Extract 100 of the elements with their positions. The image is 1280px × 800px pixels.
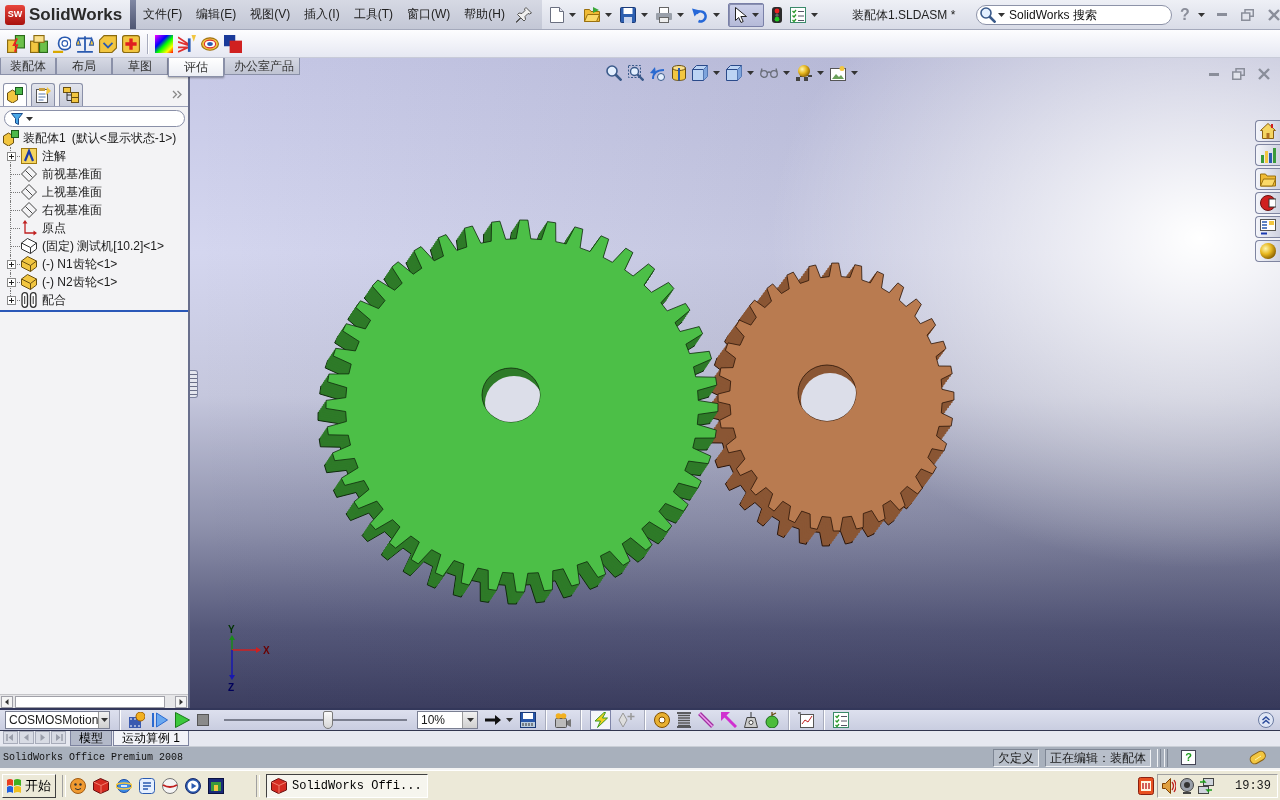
study-type-dropdown[interactable]: COSMOSMotion [5,711,110,729]
panel-tab[interactable] [3,83,27,106]
film-gear-icon[interactable] [129,712,145,728]
undo-icon[interactable] [692,6,708,23]
network-icon[interactable] [1198,777,1214,794]
tree-item[interactable]: 原点 [42,219,66,237]
command-tab[interactable]: 草图 [112,58,168,75]
play-icon[interactable] [175,712,190,728]
save-icon[interactable] [520,712,536,728]
spring-icon[interactable] [677,712,691,728]
menu-item[interactable]: 编辑(E) [189,0,244,29]
expand-icon[interactable] [6,259,16,269]
blocks-icon[interactable] [30,34,48,53]
dropdown-button[interactable] [98,712,109,728]
picture-icon[interactable] [830,65,846,81]
block-arrow-icon[interactable] [99,34,117,53]
balance-scale-icon[interactable] [76,34,94,53]
blocks-lightning-icon[interactable] [7,34,25,53]
panel-tab[interactable] [59,83,83,106]
window-icon[interactable] [208,777,224,794]
overlapping-squares-icon[interactable] [224,34,242,53]
command-tab[interactable]: 办公室产品 [224,58,300,75]
pointer-icon[interactable] [735,6,747,23]
caret-icon[interactable] [783,71,790,75]
document-icon[interactable] [550,6,564,23]
magnifier-icon[interactable] [606,65,622,81]
checklist-icon[interactable] [790,6,806,23]
cube-icon[interactable] [692,65,708,81]
play-circle-icon[interactable] [185,777,201,794]
tree-item[interactable]: (-) N1齿轮<1> [42,255,118,273]
tree-item[interactable]: 右视基准面 [42,201,102,219]
camera-icon[interactable] [555,712,571,728]
chart-icon[interactable] [798,712,814,728]
caret-icon[interactable] [1197,12,1205,17]
caret-icon[interactable] [817,71,824,75]
caret-icon[interactable] [506,718,513,722]
minimize-icon[interactable] [1216,13,1227,16]
page-icon[interactable] [139,777,155,794]
ball-icon[interactable] [162,777,178,794]
caret-icon[interactable] [26,116,33,121]
autokey-button[interactable] [590,710,611,730]
webcam-icon[interactable] [1179,777,1195,794]
menu-item[interactable]: 工具(T) [346,0,400,29]
restore-icon[interactable] [1240,8,1254,21]
filter-field[interactable] [4,110,185,127]
pin-icon[interactable] [516,6,532,23]
folder-icon[interactable] [584,7,600,22]
scroll-left-icon[interactable] [1,695,13,708]
tree-item[interactable]: 上视基准面 [42,183,102,201]
sphere-icon[interactable] [796,65,812,81]
rod-icon[interactable] [698,712,714,728]
menu-item[interactable]: 帮助(H) [457,0,512,29]
caret-icon[interactable] [851,71,858,75]
play-from-start-icon[interactable] [152,712,168,728]
slider-thumb[interactable] [322,711,333,729]
command-tab[interactable]: 布局 [56,58,112,75]
command-tab[interactable]: 评估 [168,58,224,77]
search-icon[interactable] [980,6,996,23]
back-arrow-icon[interactable] [650,65,666,81]
apple-icon[interactable] [765,712,779,728]
close-icon[interactable] [1267,8,1280,21]
motion-tab[interactable]: 运动算例 1 [113,731,189,746]
caret-icon[interactable] [713,71,720,75]
task-pane-tab[interactable] [1255,216,1280,238]
caret-icon[interactable] [641,12,648,17]
double-chevron-icon[interactable] [172,90,182,99]
start-button[interactable]: 开始 [2,773,56,798]
tree-item[interactable]: 前视基准面 [42,165,102,183]
tile-icon[interactable] [1138,776,1154,795]
tree-item[interactable]: 注解 [42,147,66,165]
task-pane-tab[interactable] [1255,120,1280,142]
caret-icon[interactable] [747,71,754,75]
scrollbar-thumb[interactable] [15,695,165,708]
caret-icon[interactable] [677,12,684,17]
task-pane-tab[interactable] [1255,144,1280,166]
capsule-icon[interactable] [1249,749,1267,766]
cube-icon[interactable] [726,65,742,81]
chevron-up-icon[interactable] [1258,712,1274,728]
command-tab[interactable]: 装配体 [0,58,56,75]
rings-icon[interactable] [201,36,219,51]
expand-icon[interactable] [6,295,16,305]
scroll-right-icon[interactable] [175,695,187,708]
funnel-icon[interactable] [11,112,23,125]
checklist-icon[interactable] [833,712,849,728]
menu-item[interactable]: 插入(I) [297,0,347,29]
caret-icon[interactable] [605,12,612,17]
globe-icon[interactable] [116,777,132,794]
face-icon[interactable] [70,777,86,794]
right-arrow-icon[interactable] [485,715,501,725]
tree-root-label[interactable]: 装配体1 [23,129,66,147]
tree-item[interactable]: 配合 [42,291,66,309]
playback-speed-dropdown[interactable]: 10% [417,711,478,729]
cube-icon[interactable] [93,777,109,794]
tree-item[interactable]: (-) N2齿轮<1> [42,273,118,291]
traffic-light-icon[interactable] [772,6,782,23]
menu-item[interactable]: 文件(F) [136,0,190,29]
dropdown-button[interactable] [462,712,477,728]
help-button[interactable]: ? [1181,750,1196,765]
task-pane-tab[interactable] [1255,192,1280,214]
cylinder-icon[interactable] [672,65,686,81]
